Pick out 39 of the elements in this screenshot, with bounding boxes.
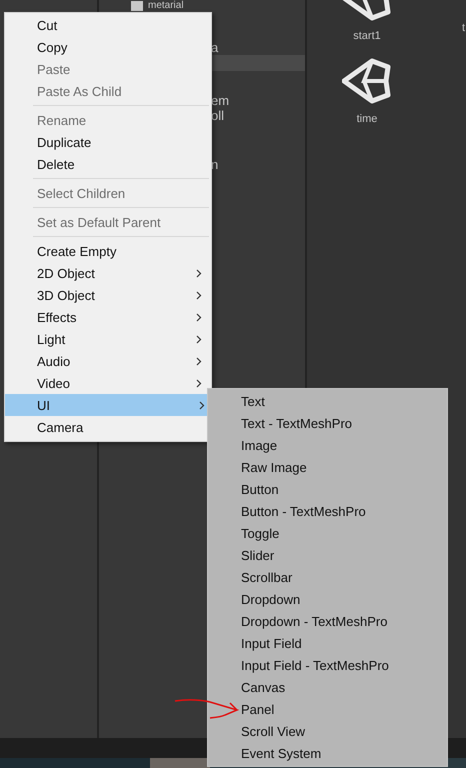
asset-label[interactable]: time	[356, 113, 378, 125]
menu-item[interactable]: Create Empty	[5, 240, 211, 262]
menu-item[interactable]: Dropdown	[208, 588, 447, 610]
chevron-icon	[199, 400, 205, 410]
menu-item[interactable]: Scroll View	[208, 720, 447, 742]
menu-item[interactable]: Canvas	[208, 676, 447, 698]
menu-item[interactable]: Input Field	[208, 632, 447, 654]
menu-item[interactable]: Event System	[208, 742, 447, 764]
menu-item[interactable]: 2D Object	[5, 262, 211, 284]
folder-label: metarial	[148, 1, 184, 11]
menu-item[interactable]: Duplicate	[5, 131, 211, 153]
menu-item[interactable]: Camera	[5, 416, 211, 438]
menu-item[interactable]: Dropdown - TextMeshPro	[208, 610, 447, 632]
asset-label[interactable]: t	[462, 22, 465, 34]
menu-item[interactable]: Copy	[5, 36, 211, 58]
menu-item[interactable]: Light	[5, 328, 211, 350]
chevron-icon	[196, 378, 202, 388]
menu-item[interactable]: Audio	[5, 350, 211, 372]
menu-item[interactable]: Delete	[5, 153, 211, 175]
menu-item[interactable]: Video	[5, 372, 211, 394]
menu-item[interactable]: Slider	[208, 544, 447, 566]
chevron-icon	[196, 312, 202, 322]
menu-item[interactable]: Input Field - TextMeshPro	[208, 654, 447, 676]
menu-item[interactable]: Image	[208, 434, 447, 456]
menu-item[interactable]: Cut	[5, 14, 211, 36]
menu-item[interactable]: Toggle	[208, 522, 447, 544]
menu-item[interactable]: Button	[208, 478, 447, 500]
menu-item[interactable]: Panel	[208, 698, 447, 720]
menu-item[interactable]: Raw Image	[208, 456, 447, 478]
menu-item[interactable]: Effects	[5, 306, 211, 328]
chevron-icon	[196, 334, 202, 344]
chevron-icon	[196, 290, 202, 300]
folder-icon	[131, 1, 143, 11]
chevron-icon	[196, 356, 202, 366]
menu-item[interactable]: Button - TextMeshPro	[208, 500, 447, 522]
asset-label[interactable]: start1	[353, 30, 381, 42]
menu-item[interactable]: Scrollbar	[208, 566, 447, 588]
chevron-icon	[196, 268, 202, 278]
menu-item[interactable]: 3D Object	[5, 284, 211, 306]
